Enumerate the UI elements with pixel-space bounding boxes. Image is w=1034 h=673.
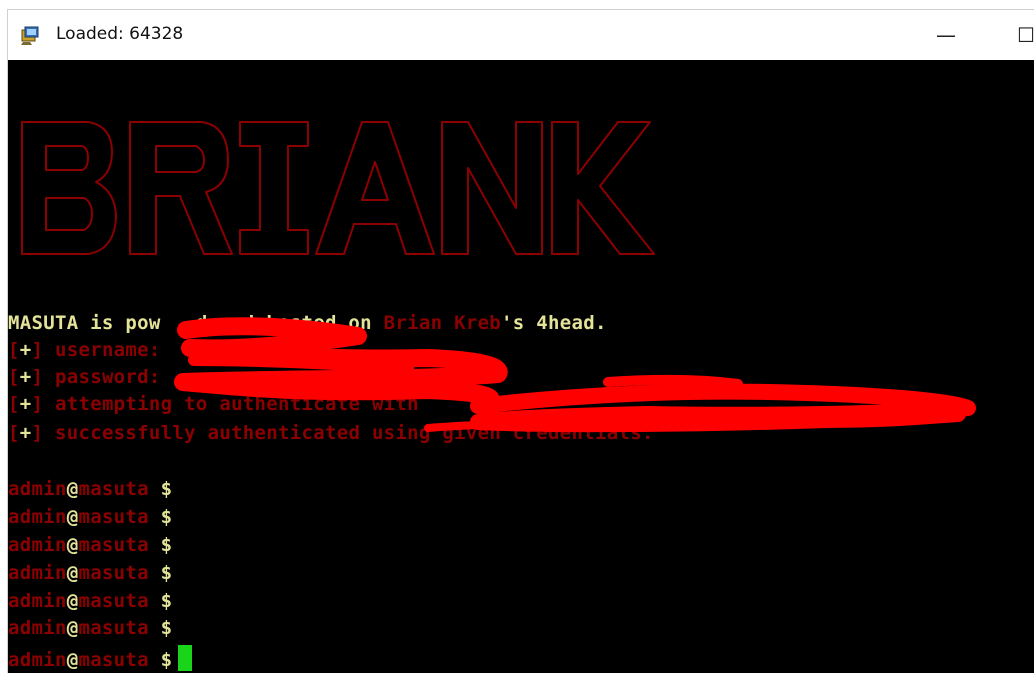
prompt-line: admin@masuta $ [8, 590, 173, 612]
log-line: [+] successfully authenticated using giv… [8, 422, 654, 444]
text-cursor[interactable] [178, 645, 193, 671]
intro-post: d and hosted on [195, 312, 384, 334]
title-bar[interactable]: Loaded: 64328 — ☐ [8, 10, 1034, 60]
prompt-line: admin@masuta $ [8, 617, 173, 639]
prompt-line: admin@masuta $ [8, 506, 173, 528]
terminal-output[interactable]: MASUTA is powwerd and hosted on Brian Kr… [8, 60, 1034, 673]
window-title: Loaded: 64328 [56, 24, 184, 44]
log-line: [+] username: [8, 339, 161, 361]
intro-line: MASUTA is powwerd and hosted on Brian Kr… [8, 312, 607, 334]
log-line: [+] password: [8, 366, 161, 388]
maximize-button[interactable]: ☐ [1006, 18, 1034, 52]
intro-highlight: Brian Kreb [383, 312, 502, 334]
ascii-banner [16, 112, 696, 262]
log-line: [+] attempting to authenticate with [8, 393, 419, 415]
terminal-app-icon [20, 24, 42, 46]
intro-pre: MASUTA is pow [8, 312, 161, 334]
prompt-line: admin@masuta $ [8, 478, 173, 500]
minimize-button[interactable]: — [926, 18, 966, 52]
prompt-line: admin@masuta $ [8, 562, 173, 584]
intro-tail: 's 4head. [501, 312, 607, 334]
terminal-window: Loaded: 64328 — ☐ MASUTA is pow d and ho… [8, 10, 1034, 673]
prompt-line: admin@masuta $ [8, 534, 173, 556]
prompt-line-active[interactable]: admin@masuta $ [8, 645, 193, 671]
